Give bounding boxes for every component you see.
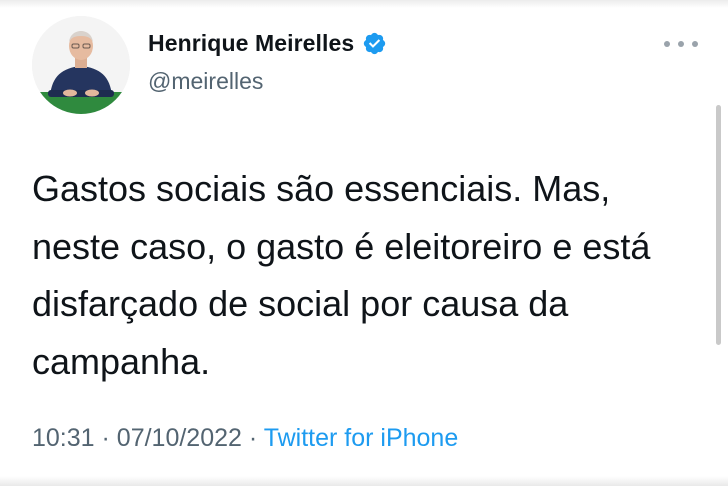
more-dot <box>664 41 670 47</box>
top-edge-shadow <box>0 0 728 8</box>
tweet-source-link[interactable]: Twitter for iPhone <box>264 424 459 452</box>
meta-separator: · <box>248 424 258 452</box>
avatar[interactable] <box>32 16 130 114</box>
more-dot <box>678 41 684 47</box>
meta-separator: · <box>101 424 110 452</box>
scrollbar[interactable] <box>716 105 721 345</box>
tweet-date[interactable]: 07/10/2022 <box>117 424 242 452</box>
verified-badge-icon <box>362 31 387 56</box>
display-name[interactable]: Henrique Meirelles <box>148 30 354 57</box>
tweet-time[interactable]: 10:31 <box>32 424 95 452</box>
more-options-icon[interactable] <box>664 34 698 54</box>
avatar-photo <box>32 16 130 114</box>
user-handle[interactable]: @meirelles <box>148 68 263 95</box>
tweet-text: Gastos sociais são essenciais. Mas, nest… <box>32 168 651 382</box>
user-name-row: Henrique Meirelles <box>148 30 387 57</box>
bottom-edge-shadow <box>0 476 728 486</box>
more-dot <box>692 41 698 47</box>
tweet-meta: 10:31 · 07/10/2022 · Twitter for iPhone <box>32 424 458 453</box>
